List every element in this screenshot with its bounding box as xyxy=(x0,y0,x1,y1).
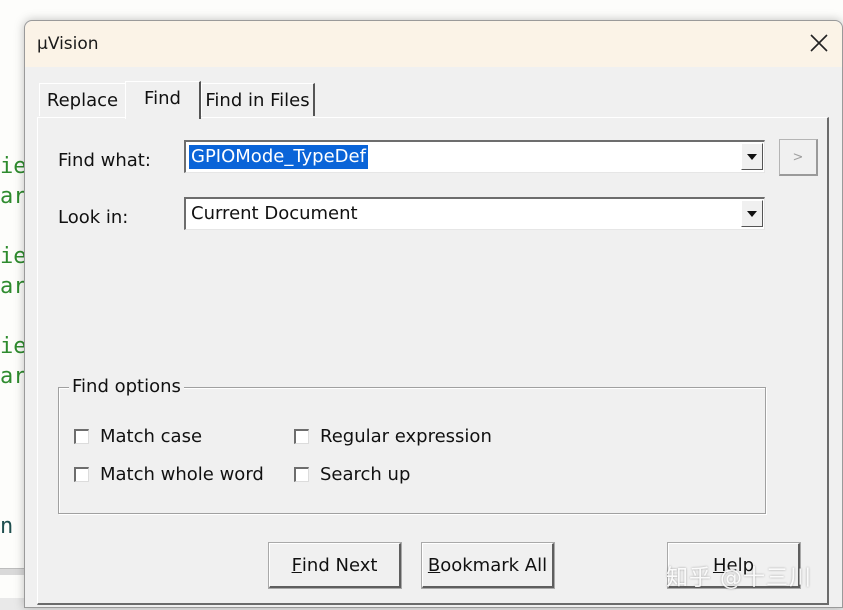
watermark: 知乎 @十三川 xyxy=(666,566,812,591)
bookmark-all-button[interactable]: Bookmark All xyxy=(421,542,555,589)
look-in-dropdown-button[interactable] xyxy=(741,200,763,227)
checkbox-box[interactable] xyxy=(294,429,309,444)
close-icon xyxy=(810,29,828,59)
code-fragment: ie xyxy=(0,334,27,359)
button-label: ookmark All xyxy=(440,554,548,576)
accelerator-key: F xyxy=(291,554,302,576)
look-in-combobox[interactable]: Current Document xyxy=(184,197,765,230)
look-in-value: Current Document xyxy=(191,203,358,224)
find-next-button[interactable]: Find Next xyxy=(268,542,402,589)
chevron-down-icon xyxy=(747,153,757,160)
close-button[interactable] xyxy=(796,21,842,67)
find-what-input[interactable]: GPIOMode_TypeDef xyxy=(189,145,368,169)
find-what-dropdown-button[interactable] xyxy=(741,143,763,170)
title-bar: µVision xyxy=(25,21,842,67)
arrow-right-icon: > xyxy=(792,149,804,165)
find-what-label: Find what: xyxy=(58,150,151,171)
tab-find-in-files[interactable]: Find in Files xyxy=(201,83,315,116)
find-what-combobox[interactable]: GPIOMode_TypeDef xyxy=(184,140,765,173)
match-case-checkbox[interactable]: Match case xyxy=(74,426,202,447)
accelerator-key: B xyxy=(427,554,441,576)
match-case-label: Match case xyxy=(100,426,203,447)
find-options-group: Find options Match case Match whole word… xyxy=(58,376,766,514)
chevron-down-icon xyxy=(747,210,757,217)
regular-expression-checkbox[interactable]: Regular expression xyxy=(294,426,492,447)
code-fragment: ar xyxy=(0,184,27,209)
checkbox-box[interactable] xyxy=(74,467,89,482)
code-fragment: ie xyxy=(0,244,27,269)
search-up-checkbox[interactable]: Search up xyxy=(294,464,410,485)
regular-expression-label: Regular expression xyxy=(320,426,492,447)
code-fragment: n xyxy=(0,514,14,539)
code-fragment: ar xyxy=(0,274,27,299)
find-dialog: µVision Replace Find Find in Files Find … xyxy=(24,20,843,608)
match-whole-word-label: Match whole word xyxy=(100,464,264,485)
look-in-label: Look in: xyxy=(58,207,129,228)
find-tab-panel xyxy=(37,117,829,605)
match-whole-word-checkbox[interactable]: Match whole word xyxy=(74,464,264,485)
tab-replace[interactable]: Replace xyxy=(39,83,125,116)
code-fragment: ar xyxy=(0,364,27,389)
regex-helper-button[interactable]: > xyxy=(779,139,818,176)
code-fragment: ie xyxy=(0,154,27,179)
tab-find[interactable]: Find xyxy=(125,81,201,119)
search-up-label: Search up xyxy=(320,464,411,485)
checkbox-box[interactable] xyxy=(74,429,89,444)
dialog-title: µVision xyxy=(37,34,99,54)
button-label: ind Next xyxy=(301,554,378,576)
checkbox-box[interactable] xyxy=(294,467,309,482)
find-options-title: Find options xyxy=(69,376,184,397)
